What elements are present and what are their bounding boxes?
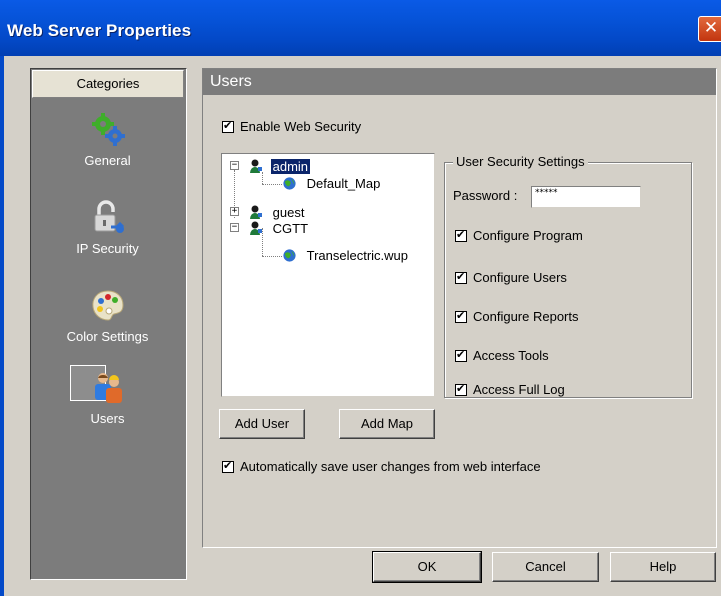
palette-icon xyxy=(91,290,124,321)
tree-node-label: CGTT xyxy=(272,221,309,236)
window-border xyxy=(0,56,4,596)
user-icon xyxy=(250,205,262,219)
checkbox-box[interactable] xyxy=(222,119,234,133)
gears-icon xyxy=(91,113,125,146)
checkbox-label: Configure Users xyxy=(473,270,567,286)
tree-node-cgtt[interactable]: CGTT xyxy=(248,220,308,237)
tree-connector xyxy=(262,256,282,257)
enable-web-security-checkbox[interactable]: Enable Web Security xyxy=(222,118,361,134)
user-icon xyxy=(250,221,262,235)
window-title: Web Server Properties xyxy=(7,21,192,40)
checkbox-box[interactable] xyxy=(455,228,467,242)
users-icon xyxy=(94,373,122,403)
password-field[interactable]: ***** xyxy=(531,186,641,208)
category-label: IP Security xyxy=(76,241,139,256)
tree-collapse-toggle[interactable]: − xyxy=(230,161,239,170)
checkbox-box[interactable] xyxy=(455,270,467,284)
categories-sidebar: Categories General IP Security Color Set… xyxy=(30,68,187,580)
access-full-log-checkbox[interactable]: Access Full Log xyxy=(455,381,565,397)
tree-node-default-map[interactable]: Default_Map xyxy=(282,176,380,192)
checkbox-label: Access Tools xyxy=(473,348,549,364)
configure-users-checkbox[interactable]: Configure Users xyxy=(455,269,567,285)
dialog-body: Categories General IP Security Color Set… xyxy=(0,56,721,596)
category-label: Color Settings xyxy=(66,329,149,344)
checkbox-box[interactable] xyxy=(222,459,234,473)
checkbox-box[interactable] xyxy=(455,348,467,362)
ok-button[interactable]: OK xyxy=(372,551,482,583)
web-server-properties-window: Web Server Properties ✕ Categories Gener… xyxy=(0,0,721,596)
checkbox-label: Enable Web Security xyxy=(240,119,362,135)
password-label: Password : xyxy=(453,188,518,203)
map-icon xyxy=(283,249,296,262)
close-button[interactable]: ✕ xyxy=(698,16,721,42)
users-panel: Users Enable Web Security − admin xyxy=(202,68,717,548)
tree-node-label: admin xyxy=(270,159,311,174)
category-label: General xyxy=(84,153,131,168)
category-color-settings[interactable]: Color Settings xyxy=(51,287,164,344)
category-general[interactable]: General xyxy=(51,111,164,168)
checkbox-label: Configure Program xyxy=(473,228,583,244)
tree-collapse-toggle[interactable]: − xyxy=(230,223,239,232)
configure-reports-checkbox[interactable]: Configure Reports xyxy=(455,308,579,324)
title-bar[interactable]: Web Server Properties ✕ xyxy=(0,0,721,56)
tree-connector xyxy=(262,184,282,185)
category-users[interactable]: Users xyxy=(51,369,164,426)
checkbox-box[interactable] xyxy=(455,382,467,396)
tree-node-transelectric[interactable]: Transelectric.wup xyxy=(282,248,408,264)
cancel-button[interactable]: Cancel xyxy=(492,552,599,582)
checkbox-box[interactable] xyxy=(455,309,467,323)
access-tools-checkbox[interactable]: Access Tools xyxy=(455,347,549,363)
checkbox-label: Access Full Log xyxy=(473,382,565,398)
tree-node-label: Transelectric.wup xyxy=(306,248,409,263)
panel-title: Users xyxy=(203,69,716,95)
autosave-checkbox[interactable]: Automatically save user changes from web… xyxy=(222,458,541,474)
user-security-settings-group: User Security Settings Password : ***** … xyxy=(444,154,692,398)
categories-header: Categories xyxy=(32,70,184,98)
tree-node-admin[interactable]: admin xyxy=(248,158,311,175)
tree-node-guest[interactable]: guest xyxy=(248,204,304,221)
checkbox-label: Automatically save user changes from web… xyxy=(240,459,541,475)
close-icon: ✕ xyxy=(703,18,719,38)
category-ip-security[interactable]: IP Security xyxy=(51,199,164,256)
tree-node-label: Default_Map xyxy=(306,176,381,191)
tree-expand-toggle[interactable]: + xyxy=(230,207,239,216)
category-label: Users xyxy=(90,411,125,426)
add-user-button[interactable]: Add User xyxy=(219,409,305,439)
help-button[interactable]: Help xyxy=(610,552,716,582)
configure-program-checkbox[interactable]: Configure Program xyxy=(455,227,583,243)
group-title: User Security Settings xyxy=(453,154,588,169)
map-icon xyxy=(283,177,296,190)
tree-node-label: guest xyxy=(272,205,305,220)
checkbox-label: Configure Reports xyxy=(473,309,579,325)
user-icon xyxy=(250,159,262,173)
padlock-icon xyxy=(94,200,124,233)
add-map-button[interactable]: Add Map xyxy=(339,409,435,439)
users-tree[interactable]: − admin Default_Map + guest − CGTT Trans… xyxy=(221,153,435,397)
